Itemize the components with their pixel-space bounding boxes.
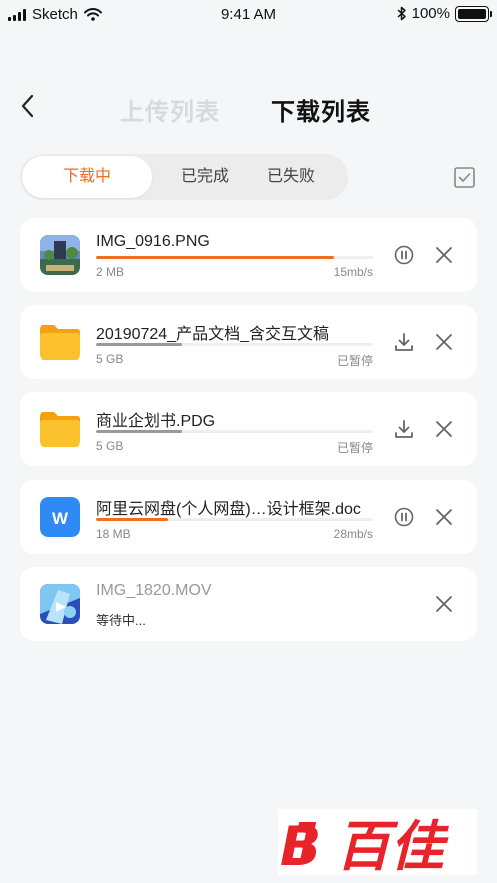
progress-bar: [96, 343, 373, 346]
status-right: 100%: [397, 5, 492, 22]
file-size: 18 MB: [96, 527, 131, 541]
folder-icon: [40, 409, 80, 449]
image-thumbnail: [40, 235, 80, 275]
file-size: 2 MB: [96, 265, 125, 279]
file-size: 5 GB: [96, 352, 124, 366]
progress-bar: [96, 518, 373, 521]
progress-bar: [96, 430, 373, 433]
pause-icon[interactable]: [393, 244, 415, 266]
file-name: 商业企划书.PDG: [96, 413, 216, 430]
file-name: 阿里云网盘(个人网盘)…设计框架.doc: [96, 501, 361, 518]
close-icon[interactable]: [433, 506, 455, 528]
battery-icon: [455, 5, 492, 22]
status-filter: 下载中 已完成 已失败: [20, 154, 348, 200]
watermark-logo: B 百佳: [278, 809, 477, 878]
download-item[interactable]: IMG_1820.MOV 等待中...: [20, 567, 477, 641]
back-button[interactable]: [14, 90, 42, 122]
chevron-left-icon: [21, 94, 34, 118]
waiting-status: 等待中...: [96, 613, 146, 628]
file-name: 20190724_产品文档_含交互文稿: [96, 326, 329, 343]
close-icon[interactable]: [433, 331, 455, 353]
tab-download-list[interactable]: 下载列表: [271, 92, 371, 127]
download-item[interactable]: W 阿里云网盘(个人网盘)…设计框架.doc 18 MB 28mb/s: [20, 480, 477, 554]
select-all-checkbox-icon[interactable]: [454, 167, 475, 188]
file-name: IMG_1820.MOV: [96, 582, 212, 599]
status-text: 已暂停: [336, 441, 373, 455]
pause-icon[interactable]: [393, 506, 415, 528]
file-name: IMG_0916.PNG: [96, 233, 210, 250]
file-size: 5 GB: [96, 439, 124, 453]
transfer-speed: 28mb/s: [333, 527, 373, 541]
header: 上传列表 下载列表: [0, 80, 497, 134]
progress-bar: [96, 256, 373, 259]
bluetooth-icon: [397, 6, 406, 21]
close-icon[interactable]: [433, 593, 455, 615]
watermark-text: 百佳: [336, 815, 449, 875]
svg-text:W: W: [52, 509, 69, 528]
download-item[interactable]: IMG_0916.PNG 2 MB 15mb/s: [20, 218, 477, 292]
transfer-speed: 15mb/s: [333, 265, 373, 279]
download-item[interactable]: 20190724_产品文档_含交互文稿 5 GB 已暂停: [20, 305, 477, 379]
download-item[interactable]: 商业企划书.PDG 5 GB 已暂停: [20, 392, 477, 466]
video-thumbnail: [40, 584, 80, 624]
tab-upload-list[interactable]: 上传列表: [120, 92, 220, 127]
battery-percent: 100%: [411, 5, 450, 22]
download-icon[interactable]: [393, 418, 415, 440]
download-icon[interactable]: [393, 331, 415, 353]
status-text: 已暂停: [336, 354, 373, 368]
word-doc-icon: W: [40, 497, 80, 537]
close-icon[interactable]: [433, 244, 455, 266]
close-icon[interactable]: [433, 418, 455, 440]
status-bar: Sketch 9:41 AM 100%: [0, 0, 497, 30]
folder-icon: [40, 322, 80, 362]
filter-failed[interactable]: 已失败: [226, 154, 356, 200]
filter-downloading[interactable]: 下载中: [22, 156, 152, 198]
